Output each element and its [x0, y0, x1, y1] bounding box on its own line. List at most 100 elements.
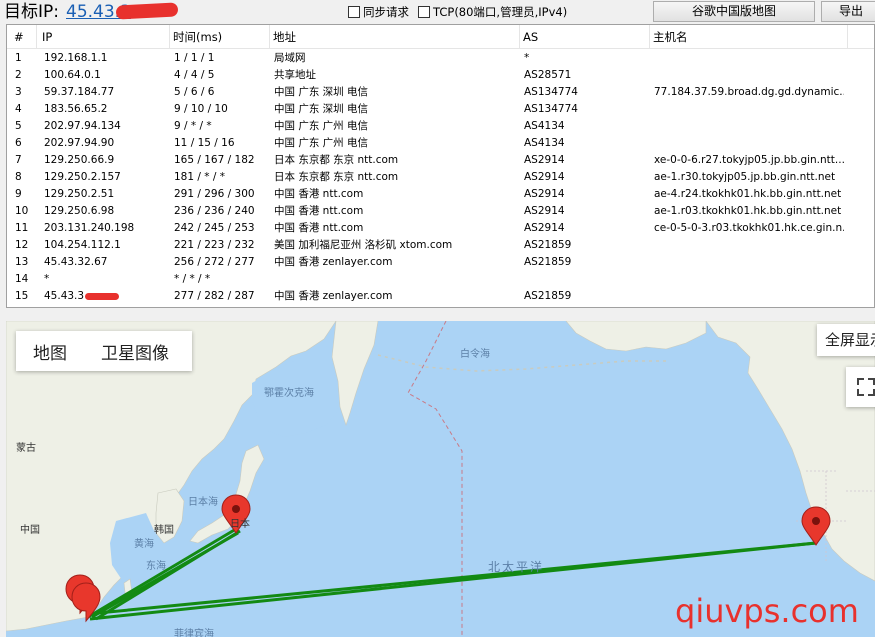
column-header-index[interactable]: #: [11, 25, 37, 49]
table-row[interactable]: 14 * * / * / *: [7, 271, 874, 288]
table-header: # IP 时间(ms) 地址 AS 主机名: [7, 25, 874, 49]
label-north-pacific: 北太平洋: [488, 559, 544, 574]
fullscreen-button[interactable]: 全屏显示: [817, 324, 875, 356]
cell-hostname: [654, 135, 844, 152]
cell-as: AS134774: [524, 103, 578, 115]
cell-address: 日本 东京都 东京 ntt.com: [274, 154, 399, 166]
cell-index: 4: [15, 103, 22, 115]
cell-as: *: [524, 52, 530, 64]
table-row[interactable]: 7 129.250.66.9 165 / 167 / 182 日本 东京都 东京 nt…: [7, 152, 874, 169]
map-tab[interactable]: 地图: [33, 339, 67, 364]
table-row[interactable]: 13 45.43.32.67 256 / 272 / 277 中国 香港 zenlay…: [7, 254, 874, 271]
cell-as: AS2914: [524, 222, 565, 234]
kamchatka-land: [331, 321, 379, 426]
cell-index: 14: [15, 273, 29, 285]
cell-index: 5: [15, 120, 22, 132]
cell-hostname: ce-0-5-0-3.r03.tkokhk01.hk.ce.gin.n...: [654, 222, 844, 234]
column-header-hostname[interactable]: 主机名: [650, 25, 848, 49]
aleutian-islands: [377, 354, 666, 372]
table-row[interactable]: 15 45.43.3 277 / 282 / 287 中国 香港 zenlayer.c…: [7, 288, 874, 305]
column-header-address[interactable]: 地址: [270, 25, 520, 49]
cell-hostname: ae-1.r03.tkokhk01.hk.bb.gin.ntt.net: [654, 205, 842, 217]
sync-request-label: 同步请求: [363, 5, 409, 19]
cell-time: 165 / 167 / 182: [174, 154, 255, 166]
cell-address: 中国 香港 zenlayer.com: [274, 256, 393, 268]
cell-index: 8: [15, 171, 22, 183]
cell-time: 242 / 245 / 253: [174, 222, 255, 234]
export-button[interactable]: 导出: [821, 1, 875, 22]
cell-time: 221 / 223 / 232: [174, 239, 255, 251]
cell-ip: 45.43.32.67: [44, 256, 108, 268]
table-row[interactable]: 1 192.168.1.1 1 / 1 / 1 局域网 *: [7, 50, 874, 67]
cell-as: AS2914: [524, 205, 565, 217]
route-map[interactable]: 鄂霍次克海 白令海 日本海 黄海 东海 菲律宾海 北太平洋 蒙古 中国 韩国 日…: [6, 321, 875, 637]
cell-hostname: xe-0-0-6.r27.tokyjp05.jp.bb.gin.ntt....: [654, 154, 844, 166]
cell-as: AS2914: [524, 171, 565, 183]
cell-address: 中国 广东 广州 电信: [274, 137, 369, 149]
checkbox-box[interactable]: [418, 6, 430, 18]
cell-time: 5 / 6 / 6: [174, 86, 215, 98]
label-okhotsk: 鄂霍次克海: [264, 386, 314, 399]
cell-hostname: [654, 118, 844, 135]
redaction-mark: [85, 293, 119, 300]
table-row[interactable]: 11 203.131.240.198 242 / 245 / 253 中国 香港 nt…: [7, 220, 874, 237]
cell-time: 291 / 296 / 300: [174, 188, 255, 200]
column-header-ip[interactable]: IP: [39, 25, 170, 49]
table-row[interactable]: 10 129.250.6.98 236 / 236 / 240 中国 香港 ntt.c…: [7, 203, 874, 220]
cell-hostname: [654, 67, 844, 84]
column-header-time[interactable]: 时间(ms): [170, 25, 270, 49]
north-america-land: [705, 321, 875, 582]
cell-address: 中国 香港 ntt.com: [274, 222, 364, 234]
cell-hostname: [654, 237, 844, 254]
cell-hostname: [654, 271, 844, 288]
table-row[interactable]: 4 183.56.65.2 9 / 10 / 10 中国 广东 深圳 电信 AS1347…: [7, 101, 874, 118]
satellite-tab[interactable]: 卫星图像: [101, 339, 169, 364]
cell-time: 181 / * / *: [174, 171, 225, 183]
cell-address: 共享地址: [274, 69, 316, 81]
table-row[interactable]: 2 100.64.0.1 4 / 4 / 5 共享地址 AS28571: [7, 67, 874, 84]
cell-hostname: ae-4.r24.tkokhk01.hk.bb.gin.ntt.net: [654, 188, 842, 200]
sync-request-checkbox[interactable]: 同步请求: [348, 4, 409, 20]
label-mongolia: 蒙古: [16, 441, 36, 454]
cell-as: AS2914: [524, 154, 565, 166]
cell-index: 6: [15, 137, 22, 149]
cell-time: 9 / 10 / 10: [174, 103, 228, 115]
cell-time: 1 / 1 / 1: [174, 52, 215, 64]
checkbox-box[interactable]: [348, 6, 360, 18]
cell-hostname: ae-1.r30.tokyjp05.jp.bb.gin.ntt.net: [654, 171, 836, 183]
marker-dot: [232, 505, 240, 513]
cell-ip: 129.250.6.98: [44, 205, 115, 217]
cell-time: 236 / 236 / 240: [174, 205, 255, 217]
expand-icon: [857, 378, 875, 396]
table-row[interactable]: 12 104.254.112.1 221 / 223 / 232 美国 加利福尼亚州 …: [7, 237, 874, 254]
label-philippine-sea: 菲律宾海: [174, 627, 214, 637]
cell-index: 3: [15, 86, 22, 98]
toolbar: 目标IP: 45.43.3 同步请求 TCP(80端口,管理员,IPv4) 谷歌…: [0, 0, 875, 24]
traceroute-window: 目标IP: 45.43.3 同步请求 TCP(80端口,管理员,IPv4) 谷歌…: [0, 0, 875, 637]
cell-hostname: [654, 101, 844, 118]
label-japan: 日本: [230, 517, 250, 530]
cell-time: 11 / 15 / 16: [174, 137, 235, 149]
cell-index: 15: [15, 290, 29, 302]
cell-ip: *: [44, 273, 50, 285]
label-korea: 韩国: [154, 523, 174, 536]
cell-as: AS21859: [524, 239, 572, 251]
cell-as: AS2914: [524, 188, 565, 200]
cell-index: 9: [15, 188, 22, 200]
table-row[interactable]: 8 129.250.2.157 181 / * / * 日本 东京都 东京 ntt.c…: [7, 169, 874, 186]
cell-as: AS4134: [524, 120, 565, 132]
cell-index: 10: [15, 205, 29, 217]
table-row[interactable]: 6 202.97.94.90 11 / 15 / 16 中国 广东 广州 电信 AS41…: [7, 135, 874, 152]
redaction-mark: [115, 2, 179, 20]
cell-address: 美国 加利福尼亚州 洛杉矶 xtom.com: [274, 239, 453, 251]
cell-index: 7: [15, 154, 22, 166]
tcp-mode-checkbox[interactable]: TCP(80端口,管理员,IPv4): [418, 4, 567, 20]
expand-button[interactable]: [846, 367, 875, 407]
table-row[interactable]: 3 59.37.184.77 5 / 6 / 6 中国 广东 深圳 电信 AS13477…: [7, 84, 874, 101]
google-china-map-button[interactable]: 谷歌中国版地图: [653, 1, 815, 22]
table-row[interactable]: 5 202.97.94.134 9 / * / * 中国 广东 广州 电信 AS4134: [7, 118, 874, 135]
cell-hostname: [654, 254, 844, 271]
table-row[interactable]: 9 129.250.2.51 291 / 296 / 300 中国 香港 ntt.co…: [7, 186, 874, 203]
cell-index: 11: [15, 222, 29, 234]
column-header-as[interactable]: AS: [520, 25, 650, 49]
